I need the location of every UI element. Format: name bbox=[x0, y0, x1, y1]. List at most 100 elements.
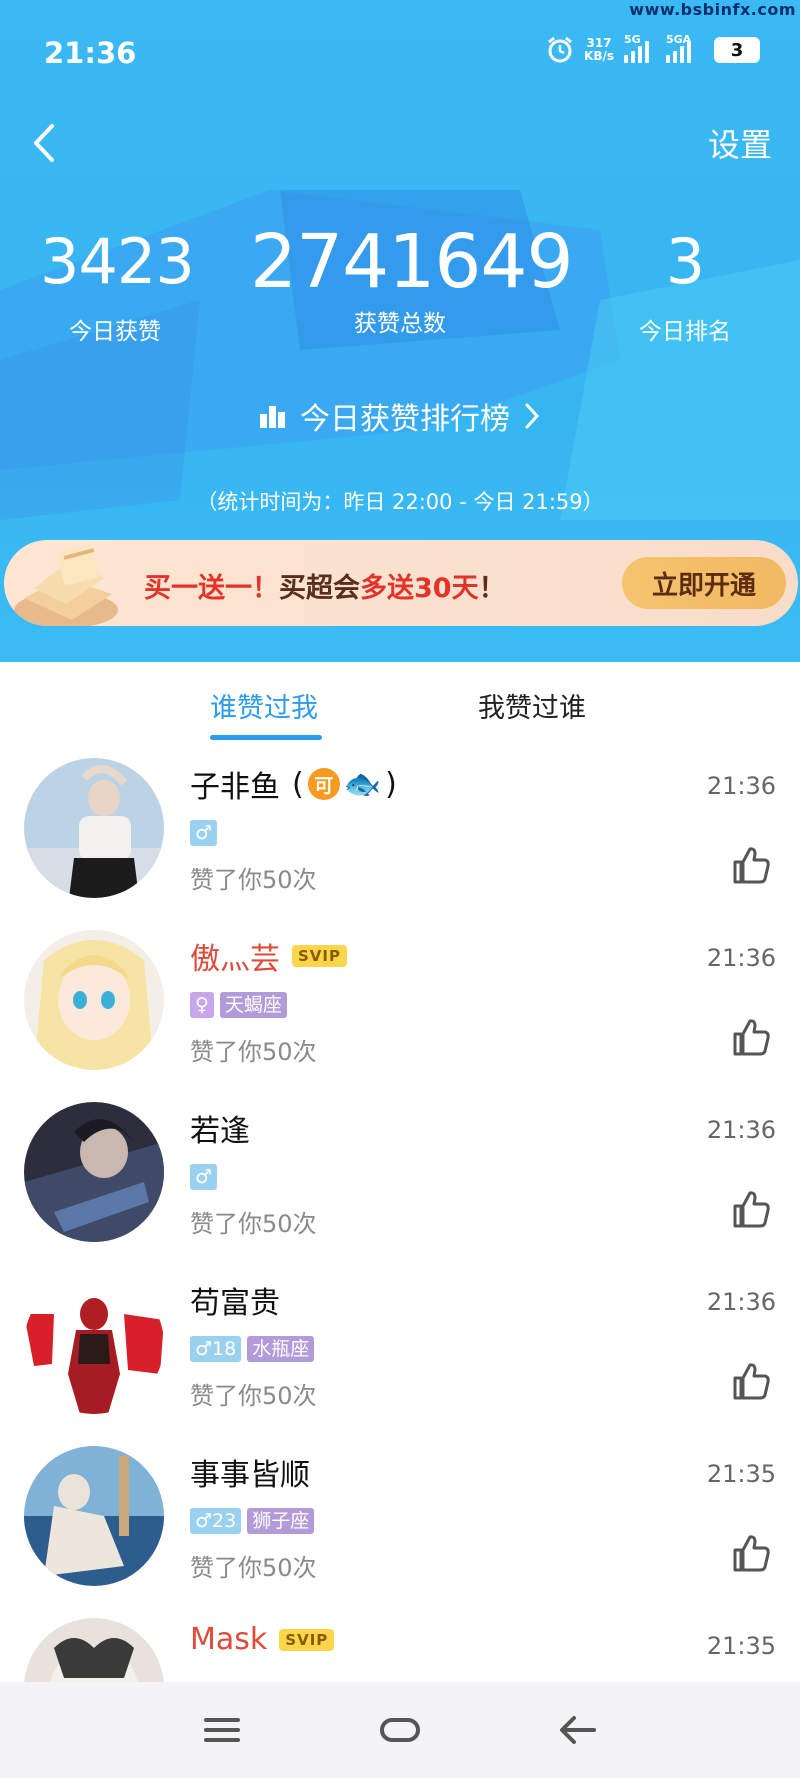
user-badges: ♂ bbox=[190, 1164, 218, 1190]
user-name-text: 傲灬芸 bbox=[190, 942, 280, 977]
stat-today-likes: 3423 今日获赞 bbox=[40, 225, 195, 346]
watermark: www.bsbinfx.com bbox=[629, 0, 796, 19]
user-badges: ♂23 狮子座 bbox=[190, 1508, 315, 1534]
liked-count: 赞了你50次 bbox=[190, 1382, 317, 1410]
coin-icon: 可 bbox=[307, 768, 340, 800]
zodiac-badge: 水瓶座 bbox=[247, 1336, 315, 1362]
svip-badge: SVIP bbox=[292, 945, 347, 967]
user-badges: ♂18 水瓶座 bbox=[190, 1336, 315, 1362]
status-time: 21:36 bbox=[44, 36, 137, 70]
likes-list: 子非鱼 ( 可 🐟 ) ♂ 赞了你50次 21:36 傲灬芸 SVIP ♀ 天蝎… bbox=[0, 752, 800, 1778]
avatar[interactable] bbox=[24, 1446, 164, 1586]
thumbs-up-icon[interactable] bbox=[730, 1016, 772, 1058]
gender-badge: ♀ bbox=[190, 992, 214, 1018]
user-name: 傲灬芸 SVIP bbox=[190, 934, 347, 978]
list-item[interactable]: 子非鱼 ( 可 🐟 ) ♂ 赞了你50次 21:36 bbox=[0, 752, 800, 924]
chevron-right-icon bbox=[525, 403, 540, 429]
thumbs-up-icon[interactable] bbox=[730, 1532, 772, 1574]
promo-text-4: ！ bbox=[478, 573, 506, 604]
name-paren-close: ) bbox=[385, 766, 397, 802]
promo-text-1: 买一送一！ bbox=[144, 573, 279, 604]
liked-count: 赞了你50次 bbox=[190, 1554, 317, 1582]
stat-label: 今日排名 bbox=[639, 319, 731, 345]
like-time: 21:35 bbox=[706, 1632, 776, 1660]
gender-badge: ♂18 bbox=[190, 1336, 242, 1362]
menu-icon[interactable] bbox=[198, 1706, 246, 1754]
liked-count: 赞了你50次 bbox=[190, 1210, 317, 1238]
stat-total-likes: 2741649 获赞总数 bbox=[250, 219, 574, 338]
avatar[interactable] bbox=[24, 930, 164, 1070]
user-name-text: 若逢 bbox=[190, 1114, 250, 1149]
thumbs-up-icon[interactable] bbox=[730, 1360, 772, 1402]
list-item[interactable]: 傲灬芸 SVIP ♀ 天蝎座 赞了你50次 21:36 bbox=[0, 924, 800, 1096]
gift-icon bbox=[14, 544, 118, 626]
avatar[interactable] bbox=[24, 1274, 164, 1414]
name-decoration: ( 可 🐟 ) bbox=[292, 767, 397, 802]
stat-today-rank: 3 今日排名 bbox=[610, 226, 760, 346]
gender-badge: ♂23 bbox=[190, 1508, 242, 1534]
ranking-link[interactable]: 今日获赞排行榜 bbox=[0, 394, 800, 438]
stat-value: 3 bbox=[665, 225, 705, 298]
bar-chart-icon bbox=[260, 406, 285, 428]
list-item[interactable]: 事事皆顺 ♂23 狮子座 赞了你50次 21:35 bbox=[0, 1440, 800, 1612]
stat-value: 2741649 bbox=[250, 219, 574, 305]
nav-bar bbox=[0, 1682, 800, 1778]
alarm-icon bbox=[548, 36, 572, 63]
like-time: 21:36 bbox=[706, 944, 776, 972]
promo-text-3: 多送30天 bbox=[360, 573, 479, 604]
stat-label: 获赞总数 bbox=[354, 311, 446, 337]
avatar[interactable] bbox=[24, 758, 164, 898]
settings-button[interactable]: 设置 bbox=[708, 120, 772, 166]
thumbs-up-icon[interactable] bbox=[730, 844, 772, 886]
stat-period: （统计时间为：昨日 22:00 - 今日 21:59） bbox=[196, 490, 604, 514]
signal-icon-2: 5GA bbox=[666, 33, 704, 63]
signal-label-2: 5GA bbox=[666, 33, 692, 46]
liked-count: 赞了你50次 bbox=[190, 866, 317, 894]
signal-icon: 5G bbox=[624, 33, 656, 63]
battery-icon: 3 bbox=[714, 37, 760, 63]
tab-i-liked[interactable]: 我赞过谁 bbox=[478, 686, 586, 725]
user-name: Mask SVIP bbox=[190, 1622, 335, 1657]
fish-icon: 🐟 bbox=[343, 766, 382, 802]
like-time: 21:36 bbox=[706, 1116, 776, 1144]
name-paren-open: ( bbox=[292, 766, 304, 802]
net-speed: 317 KB/s bbox=[584, 37, 614, 63]
list-item[interactable]: 苟富贵 ♂18 水瓶座 赞了你50次 21:36 bbox=[0, 1268, 800, 1440]
net-speed-unit: KB/s bbox=[584, 49, 614, 63]
status-icons: 317 KB/s 5G 5GA 3 bbox=[546, 33, 760, 64]
gender-badge: ♂ bbox=[190, 820, 218, 846]
promo-text: 买一送一！买超会多送30天！ bbox=[144, 566, 506, 605]
signal-label: 5G bbox=[624, 33, 641, 46]
like-time: 21:36 bbox=[706, 772, 776, 800]
thumbs-up-icon[interactable] bbox=[730, 1188, 772, 1230]
page: www.bsbinfx.com 21:36 317 KB/s 5G 5GA 3 … bbox=[0, 0, 800, 1778]
tabs: 谁赞过我 我赞过谁 bbox=[0, 662, 800, 752]
promo-banner[interactable]: 买一送一！买超会多送30天！ 立即开通 bbox=[4, 540, 798, 626]
liked-count: 赞了你50次 bbox=[190, 1038, 317, 1066]
zodiac-badge: 狮子座 bbox=[247, 1508, 315, 1534]
like-time: 21:35 bbox=[706, 1460, 776, 1488]
header: 21:36 317 KB/s 5G 5GA 3 设置 3423 今日获赞 274… bbox=[0, 0, 800, 662]
user-name: 若逢 bbox=[190, 1106, 250, 1150]
gender-badge: ♂ bbox=[190, 1164, 218, 1190]
list-item[interactable]: 若逢 ♂ 赞了你50次 21:36 bbox=[0, 1096, 800, 1268]
tab-liked-me[interactable]: 谁赞过我 bbox=[210, 686, 318, 725]
user-name: 事事皆顺 bbox=[190, 1450, 310, 1494]
zodiac-badge: 天蝎座 bbox=[219, 992, 287, 1018]
stat-value: 3423 bbox=[40, 225, 195, 298]
avatar[interactable] bbox=[24, 1102, 164, 1242]
ranking-link-label: 今日获赞排行榜 bbox=[300, 402, 510, 437]
promo-cta-button[interactable]: 立即开通 bbox=[622, 557, 786, 609]
user-badges: ♂ bbox=[190, 820, 218, 846]
back-icon[interactable] bbox=[26, 118, 66, 168]
home-icon[interactable] bbox=[376, 1706, 424, 1754]
user-name-text: Mask bbox=[190, 1622, 268, 1657]
promo-text-2: 买超会 bbox=[279, 573, 360, 604]
user-name-text: 事事皆顺 bbox=[190, 1458, 310, 1493]
tab-underline bbox=[210, 735, 322, 740]
stat-label: 今日获赞 bbox=[69, 319, 161, 345]
user-name: 苟富贵 bbox=[190, 1278, 280, 1322]
back-nav-icon[interactable] bbox=[554, 1706, 602, 1754]
user-badges: ♀ 天蝎座 bbox=[190, 992, 287, 1018]
svip-badge: SVIP bbox=[279, 1628, 335, 1651]
